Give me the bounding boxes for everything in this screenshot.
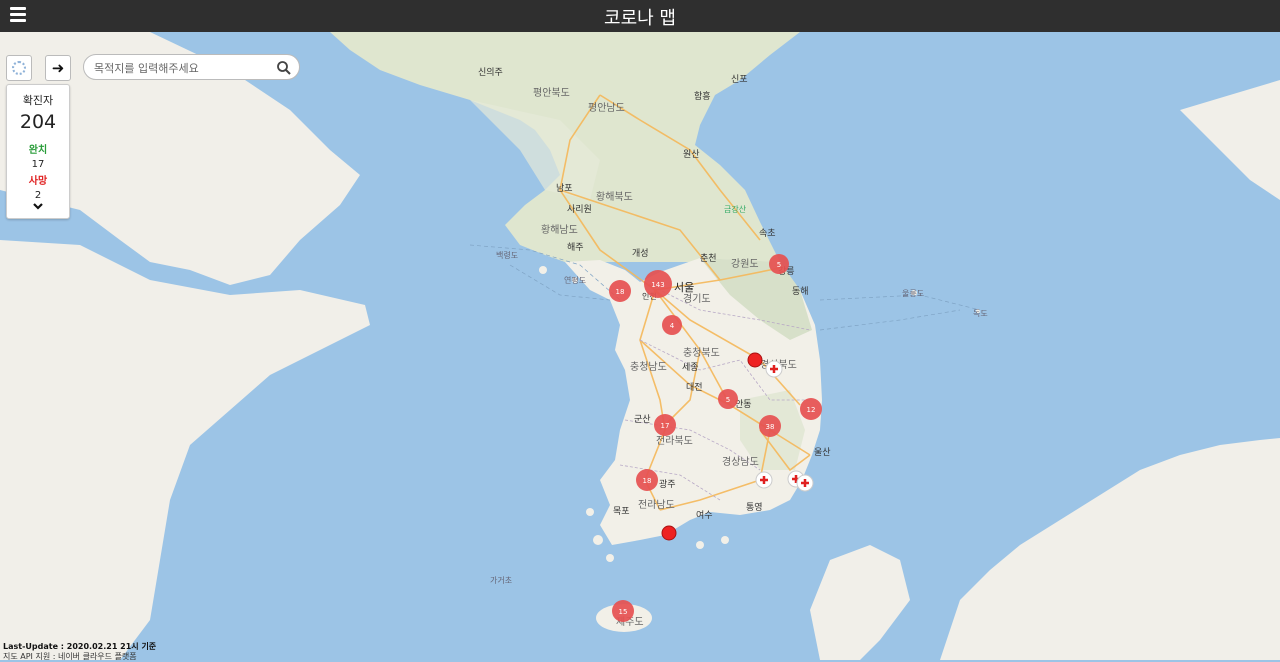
- hospital-cross-icon[interactable]: [796, 474, 814, 492]
- case-point[interactable]: [661, 525, 677, 541]
- map-label: 통영: [746, 502, 763, 513]
- map-label: 경상남도: [722, 455, 759, 468]
- cluster-count: 38: [766, 423, 775, 431]
- map-label: 세종: [682, 362, 699, 373]
- top-bar: 코로나 맵: [0, 0, 1280, 32]
- cluster-count: 18: [643, 477, 652, 485]
- map-label: 경기도: [683, 292, 711, 305]
- map-label: 황해남도: [541, 223, 578, 236]
- confirmed-label: 확진자: [22, 94, 54, 107]
- map-label: 개성: [632, 248, 649, 259]
- confirmed-count: 204: [19, 111, 57, 133]
- map-label: 전라북도: [656, 435, 693, 447]
- stats-panel: 확진자 204 완치 17 사망 2: [6, 84, 70, 219]
- map-source: 지도 API 지원 : 네이버 클라우드 플랫폼: [3, 652, 137, 661]
- map-label: 광주: [659, 478, 676, 490]
- map-label: 연평도: [564, 275, 586, 285]
- recovered-label: 완치: [28, 145, 48, 156]
- chevron-down-icon[interactable]: [32, 202, 44, 212]
- map-label: 신의주: [478, 67, 503, 78]
- cluster-marker[interactable]: 143: [644, 270, 672, 298]
- map-label: 함흥: [694, 90, 711, 102]
- cluster-count: 12: [807, 406, 816, 414]
- map-label: 금강산: [724, 204, 747, 214]
- cluster-marker[interactable]: 5: [718, 389, 738, 409]
- cluster-marker[interactable]: 18: [609, 280, 631, 302]
- map-label: 백령도: [496, 250, 518, 260]
- cluster-marker[interactable]: 4: [662, 315, 682, 335]
- map-label: 원산: [683, 149, 700, 160]
- map-label: 동해: [792, 286, 809, 297]
- case-point[interactable]: [747, 352, 763, 368]
- search-icon[interactable]: [276, 60, 292, 76]
- locate-button[interactable]: [6, 55, 32, 81]
- map-label: 목포: [613, 506, 630, 517]
- cluster-marker[interactable]: 17: [654, 414, 676, 436]
- map-label: 전라남도: [638, 499, 675, 511]
- korea-map[interactable]: 신의주 평안북도 평안남도 함흥 신포 원산 남포 황해북도 사리원 금강산 황…: [0, 32, 1280, 660]
- cluster-count: 5: [777, 261, 781, 269]
- map-label: 강원도: [731, 258, 759, 270]
- hospital-cross-icon[interactable]: [755, 471, 773, 489]
- map-label: 속초: [759, 228, 776, 239]
- map-label: 울산: [814, 447, 831, 458]
- cluster-count: 143: [651, 281, 664, 289]
- deaths-label: 사망: [28, 176, 48, 187]
- map-label: 여수: [696, 509, 713, 521]
- deaths-count: 2: [34, 190, 42, 201]
- cluster-count: 15: [619, 608, 628, 616]
- cluster-marker[interactable]: 12: [800, 398, 822, 420]
- cluster-marker[interactable]: 15: [612, 600, 634, 622]
- map-label: 독도: [973, 309, 988, 318]
- hospital-cross-icon[interactable]: [765, 360, 783, 378]
- map-label: 평안북도: [533, 87, 570, 99]
- footer: Last-Update : 2020.02.21 21시 기준 지도 API 지…: [3, 642, 156, 662]
- map-label: 울릉도: [902, 289, 924, 298]
- search-box: [83, 54, 300, 80]
- direction-button[interactable]: ➜: [45, 55, 71, 81]
- cluster-count: 18: [616, 288, 625, 296]
- app-title: 코로나 맵: [604, 8, 676, 29]
- map-label: 황해북도: [596, 190, 633, 203]
- recovered-count: 17: [31, 159, 45, 170]
- cluster-count: 17: [661, 422, 670, 430]
- map-label: 충청남도: [630, 361, 667, 373]
- map-label: 군산: [634, 414, 651, 425]
- map-label: 신포: [731, 74, 748, 85]
- map-label: 가거초: [490, 576, 512, 585]
- map-label: 평안남도: [588, 102, 625, 114]
- map-label: 사리원: [567, 204, 592, 215]
- cluster-count: 5: [726, 396, 730, 404]
- map-label: 충청북도: [683, 347, 720, 359]
- cluster-marker[interactable]: 38: [759, 415, 781, 437]
- last-update: Last-Update : 2020.02.21 21시 기준: [3, 642, 157, 651]
- map-label: 대전: [686, 382, 703, 393]
- map-label: 서울: [674, 281, 694, 294]
- map-label: 남포: [556, 183, 573, 194]
- spinner-icon: [12, 61, 26, 75]
- search-input[interactable]: [92, 59, 276, 77]
- map-label: 해주: [567, 242, 584, 253]
- map-label: 춘천: [700, 253, 717, 264]
- cluster-count: 4: [670, 322, 675, 330]
- cluster-marker[interactable]: 5: [769, 254, 789, 274]
- cluster-marker[interactable]: 18: [636, 469, 658, 491]
- arrow-right-icon: ➜: [51, 58, 65, 77]
